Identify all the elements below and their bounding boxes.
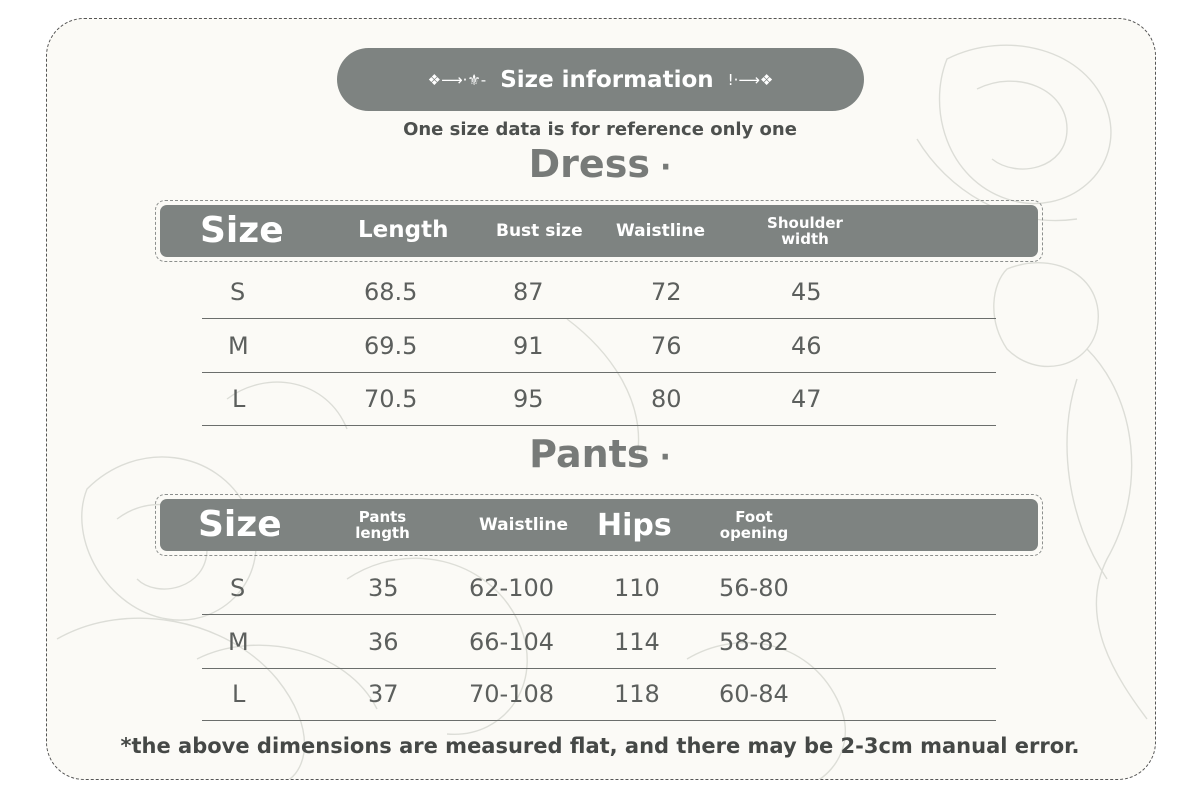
- right-ornament-icon: !·⟶❖: [727, 70, 774, 89]
- pants-cell-waistline: 66-104: [469, 628, 555, 656]
- dress-header-bust: Bust size: [496, 220, 583, 241]
- pants-cell-size: M: [228, 628, 249, 656]
- pants-cell-size: L: [232, 680, 246, 708]
- pants-cell-waistline: 62-100: [469, 574, 555, 602]
- pants-header-hips: Hips: [597, 507, 672, 543]
- dress-header-waistline: Waistline: [616, 220, 705, 241]
- pants-cell-hips: 110: [614, 574, 660, 602]
- pants-cell-waistline: 70-108: [469, 680, 555, 708]
- pants-cell-length: 35: [368, 574, 399, 602]
- pants-cell-foot-opening: 58-82: [719, 628, 789, 656]
- dress-cell-waistline: 80: [651, 385, 682, 413]
- pants-cell-size: S: [230, 574, 246, 602]
- dress-heading-text: Dress: [528, 142, 650, 186]
- dress-cell-shoulder: 47: [791, 385, 822, 413]
- pants-header-waistline: Waistline: [479, 514, 568, 535]
- dress-cell-length: 68.5: [364, 278, 418, 306]
- pants-cell-length: 37: [368, 680, 399, 708]
- table-row: L 37 70-108 118 60-84: [202, 668, 996, 721]
- dress-header-length: Length: [358, 217, 449, 244]
- pants-heading-text: Pants: [529, 432, 650, 476]
- dress-heading: Dress ·: [0, 142, 1200, 186]
- pants-cell-length: 36: [368, 628, 399, 656]
- pants-cell-foot-opening: 60-84: [719, 680, 789, 708]
- dress-header-shoulder: Shoulder width: [767, 213, 843, 248]
- dress-cell-size: M: [228, 332, 249, 360]
- dress-cell-shoulder: 46: [791, 332, 822, 360]
- table-row: M 36 66-104 114 58-82: [202, 616, 996, 669]
- pants-heading-dot: ·: [659, 440, 671, 475]
- dress-header-bar: Size Length Bust size Waistline Shoulder…: [160, 205, 1038, 257]
- table-row: L 70.5 95 80 47: [202, 373, 996, 426]
- left-ornament-icon: ❖⟶·⚜‑: [427, 70, 487, 89]
- pants-cell-hips: 118: [614, 680, 660, 708]
- title-banner: ❖⟶·⚜‑ Size information !·⟶❖: [337, 48, 864, 111]
- dress-cell-bust: 91: [513, 332, 544, 360]
- dress-header-frame: Size Length Bust size Waistline Shoulder…: [155, 200, 1043, 262]
- table-row: M 69.5 91 76 46: [202, 320, 996, 373]
- pants-heading: Pants ·: [0, 432, 1200, 476]
- dress-cell-length: 69.5: [364, 332, 418, 360]
- dress-cell-bust: 95: [513, 385, 544, 413]
- pants-cell-hips: 114: [614, 628, 660, 656]
- page-title: Size information: [500, 66, 714, 93]
- pants-header-size: Size: [198, 504, 282, 546]
- dress-cell-bust: 87: [513, 278, 544, 306]
- measurement-footnote: *the above dimensions are measured flat,…: [120, 734, 1080, 758]
- table-row: S 35 62-100 110 56-80: [202, 562, 996, 615]
- pants-header-foot-opening: Foot opening: [719, 507, 789, 542]
- dress-heading-dot: ·: [659, 150, 672, 185]
- dress-cell-size: L: [232, 385, 246, 413]
- dress-cell-waistline: 76: [651, 332, 682, 360]
- dress-cell-length: 70.5: [364, 385, 418, 413]
- pants-header-frame: Size Pants length Waistline Hips Foot op…: [155, 494, 1043, 556]
- dress-cell-waistline: 72: [651, 278, 682, 306]
- subtitle: One size data is for reference only one: [403, 119, 797, 140]
- dress-header-size: Size: [200, 210, 284, 252]
- dress-cell-shoulder: 45: [791, 278, 822, 306]
- pants-cell-foot-opening: 56-80: [719, 574, 789, 602]
- dress-cell-size: S: [230, 278, 246, 306]
- pants-header-length: Pants length: [355, 507, 410, 542]
- pants-header-bar: Size Pants length Waistline Hips Foot op…: [160, 499, 1038, 551]
- table-row: S 68.5 87 72 45: [202, 266, 996, 319]
